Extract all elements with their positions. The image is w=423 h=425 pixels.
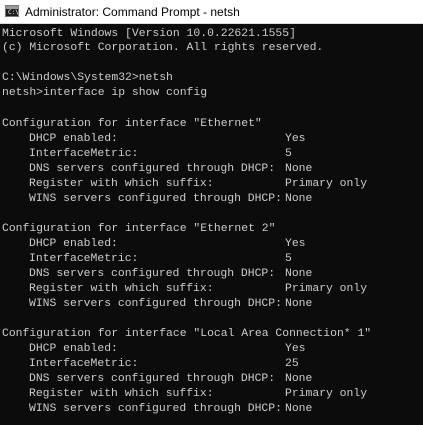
config-row: DNS servers configured through DHCP: Non… <box>2 267 312 281</box>
version-line: Microsoft Windows [Version 10.0.22621.15… <box>2 28 296 40</box>
config-value: None <box>285 193 313 205</box>
config-key: WINS servers configured through DHCP: <box>29 403 282 415</box>
config-value: None <box>285 373 313 385</box>
interface-heading: Configuration for interface "Local Area … <box>2 328 372 340</box>
command-line: netsh>interface ip show config <box>2 87 208 99</box>
config-key: DNS servers configured through DHCP: <box>29 163 276 175</box>
config-value: 5 <box>285 253 292 265</box>
config-value: Primary only <box>285 178 368 190</box>
window-title: Administrator: Command Prompt - netsh <box>25 5 240 19</box>
config-value: Primary only <box>285 283 368 295</box>
config-row: DNS servers configured through DHCP: Non… <box>2 372 312 386</box>
interface-heading: Configuration for interface "Ethernet" <box>2 118 262 130</box>
config-key: WINS servers configured through DHCP: <box>29 298 282 310</box>
config-row: DNS servers configured through DHCP: Non… <box>2 162 312 176</box>
config-key: DNS servers configured through DHCP: <box>29 268 276 280</box>
config-row: WINS servers configured through DHCP: No… <box>2 297 312 311</box>
config-value: Yes <box>285 133 306 145</box>
command-prompt-icon: C:\ <box>5 5 19 17</box>
config-key: WINS servers configured through DHCP: <box>29 193 282 205</box>
config-key: Register with which suffix: <box>29 283 214 295</box>
config-value: Yes <box>285 238 306 250</box>
title-bar[interactable]: C:\ Administrator: Command Prompt - nets… <box>0 0 423 24</box>
config-key: Register with which suffix: <box>29 388 214 400</box>
config-row: DHCP enabled: Yes <box>2 132 306 146</box>
config-value: Yes <box>285 343 306 355</box>
console-output[interactable]: Microsoft Windows [Version 10.0.22621.15… <box>0 26 423 425</box>
config-value: None <box>285 298 313 310</box>
config-key: DHCP enabled: <box>29 133 118 145</box>
config-value: None <box>285 268 313 280</box>
config-value: Primary only <box>285 388 368 400</box>
config-row: DHCP enabled: Yes <box>2 342 306 356</box>
config-key: InterfaceMetric: <box>29 253 139 265</box>
config-value: None <box>285 163 313 175</box>
config-key: Register with which suffix: <box>29 178 214 190</box>
copyright-line: (c) Microsoft Corporation. All rights re… <box>2 42 324 54</box>
config-value: None <box>285 403 313 415</box>
config-value: 25 <box>285 358 299 370</box>
command-prompt-window: C:\ Administrator: Command Prompt - nets… <box>0 0 423 425</box>
config-row: WINS servers configured through DHCP: No… <box>2 192 312 206</box>
config-key: DNS servers configured through DHCP: <box>29 373 276 385</box>
config-row: InterfaceMetric: 5 <box>2 252 292 266</box>
config-key: InterfaceMetric: <box>29 148 139 160</box>
config-value: 5 <box>285 148 292 160</box>
config-row: InterfaceMetric: 25 <box>2 357 299 371</box>
config-row: InterfaceMetric: 5 <box>2 147 292 161</box>
config-key: DHCP enabled: <box>29 343 118 355</box>
config-row: DHCP enabled: Yes <box>2 237 306 251</box>
config-row: Register with which suffix: Primary only <box>2 282 367 296</box>
config-row: WINS servers configured through DHCP: No… <box>2 402 312 416</box>
command-line: C:\Windows\System32>netsh <box>2 72 173 84</box>
config-key: InterfaceMetric: <box>29 358 139 370</box>
config-row: Register with which suffix: Primary only <box>2 387 367 401</box>
config-row: Register with which suffix: Primary only <box>2 177 367 191</box>
config-key: DHCP enabled: <box>29 238 118 250</box>
interface-heading: Configuration for interface "Ethernet 2" <box>2 223 276 235</box>
